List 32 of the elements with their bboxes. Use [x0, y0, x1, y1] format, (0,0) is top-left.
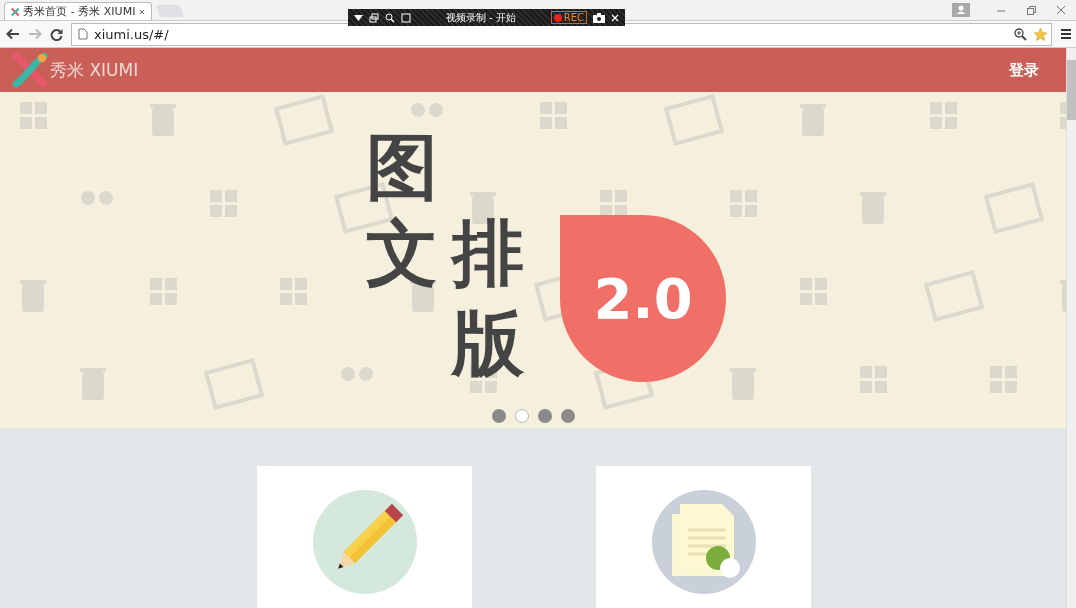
feature-card[interactable]	[257, 466, 472, 608]
x-logo-icon[interactable]	[12, 53, 48, 87]
page-icon	[78, 28, 88, 40]
region-icon[interactable]	[401, 12, 411, 23]
pencil-icon	[312, 490, 417, 594]
windows-icon[interactable]	[369, 12, 379, 23]
address-bar[interactable]: xiumi.us/#/	[71, 22, 1052, 46]
headline-character: 图	[366, 124, 439, 210]
scrollbar[interactable]	[1066, 48, 1076, 608]
rec-button[interactable]: REC	[550, 11, 587, 24]
tab-title: 秀米首页 - 秀米 XIUMI	[23, 4, 136, 19]
document-chat-icon	[651, 490, 756, 594]
feature-card[interactable]	[596, 466, 811, 608]
scrollbar-thumb[interactable]	[1067, 60, 1076, 120]
url-text: xiumi.us/#/	[94, 26, 169, 42]
menu-icon[interactable]	[1060, 28, 1072, 40]
browser-tab[interactable]: 秀米首页 - 秀米 XIUMI	[4, 2, 152, 20]
user-icon[interactable]	[952, 3, 970, 17]
x-logo-icon	[11, 5, 20, 18]
recorder-title: 视频录制 - 开始	[444, 10, 517, 25]
search-icon[interactable]	[385, 12, 395, 23]
reload-icon[interactable]	[50, 27, 63, 41]
forward-icon[interactable]	[28, 28, 42, 40]
login-link[interactable]: 登录	[1009, 60, 1039, 80]
camera-icon[interactable]	[593, 12, 605, 23]
star-icon[interactable]	[1033, 26, 1048, 42]
back-icon[interactable]	[6, 28, 20, 40]
restore-icon[interactable]	[1026, 5, 1036, 15]
headline-character: 排	[452, 210, 525, 297]
zoom-icon[interactable]	[1014, 27, 1027, 41]
headline-character: 文	[366, 210, 439, 297]
headline-character: 版	[452, 300, 525, 387]
